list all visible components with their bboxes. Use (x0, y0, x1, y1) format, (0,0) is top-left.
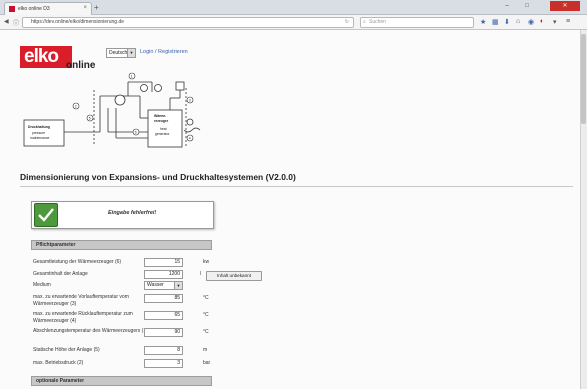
unit-label: l (200, 271, 202, 277)
medium-select[interactable]: Wasser ▼ (144, 281, 183, 290)
field-label: Gesamtinhalt der Anlage (33, 271, 88, 277)
unit-label: °C (203, 312, 209, 318)
info-icon[interactable]: ⓘ (13, 18, 19, 27)
section-required-title: Pflichtparameter (36, 242, 76, 248)
navigation-bar: ◀ ⓘ https://dev.online/elko/dimensionier… (0, 15, 587, 30)
field-label: max. zu erwartende Vorlauftemperatur vom… (33, 294, 129, 307)
menu-icon[interactable]: ≡ (566, 18, 570, 25)
schematic-label-right-title2: erzeuger (154, 119, 169, 123)
pocket-icon[interactable]: ◉ (528, 18, 534, 26)
reload-icon[interactable]: ↻ (345, 19, 349, 25)
addon-icon[interactable]: ◐ (540, 18, 544, 25)
return-temp-input[interactable]: 65 (144, 311, 183, 320)
marker-5: 5 (89, 116, 91, 120)
marker-1: 1 (131, 74, 133, 78)
section-optional-title: optionale Parameter (36, 378, 85, 384)
unit-label: m (203, 347, 208, 353)
close-tab-icon[interactable]: × (83, 5, 87, 11)
dropdown-icon[interactable]: ▾ (553, 18, 557, 26)
schematic-label-left-title: Druckhaltung (28, 125, 50, 129)
page-title: Dimensionierung von Expansions- und Druc… (20, 172, 296, 182)
back-icon[interactable]: ◀ (4, 18, 9, 25)
marker-4: 4 (189, 136, 191, 140)
language-select[interactable]: Deutsch ▼ (106, 48, 136, 58)
schematic-label-right-sub1: heat (160, 127, 167, 131)
elko-logo[interactable]: elko (20, 46, 72, 68)
system-schematic: 1 2 3 4 5 6 Druckhaltung pressure mainte… (23, 72, 201, 148)
field-label: max. Betriebsdruck (2) (33, 360, 84, 366)
field-label: max. zu erwartende Rücklauftemperatur zu… (33, 311, 133, 324)
marker-3: 3 (189, 98, 191, 102)
unit-label: °C (203, 295, 209, 301)
unit-label: bar (203, 360, 211, 366)
field-label: Abschlenzungstemperatur des Wärmeerzeuge… (33, 328, 148, 334)
chevron-down-icon: ▼ (127, 49, 135, 57)
language-selected: Deutsch (109, 50, 128, 56)
unit-label: kw (203, 259, 210, 265)
schematic-label-left-sub1: pressure (32, 131, 45, 135)
status-text: Eingabe fehlerfrei! (108, 210, 157, 216)
checkmark-icon (34, 203, 58, 227)
field-label: Medium (33, 282, 51, 288)
download-icon[interactable]: ⬇ (504, 18, 510, 26)
static-height-input[interactable]: 8 (144, 346, 183, 355)
bookmark-star-icon[interactable]: ★ (480, 18, 486, 26)
minimize-icon[interactable]: – (500, 1, 514, 11)
new-tab-button[interactable]: + (94, 3, 99, 12)
search-placeholder: Suchen (369, 19, 386, 25)
library-icon[interactable]: ▦ (492, 18, 499, 26)
power-input[interactable]: 15 (144, 258, 183, 267)
search-icon: ⌕ (363, 19, 366, 25)
field-label: Gesamtleistung der Wärmeerzeuger (6) (33, 259, 122, 265)
window-close-icon[interactable]: ✕ (550, 1, 580, 11)
marker-2: 2 (75, 104, 77, 108)
volume-input[interactable]: 1200 (144, 270, 183, 279)
home-icon[interactable]: ⌂ (516, 18, 520, 25)
schematic-label-left-sub2: maintenance (30, 136, 50, 140)
schematic-label-right-sub2: generator (155, 132, 170, 136)
title-divider (20, 186, 573, 187)
scrollbar-thumb[interactable] (581, 34, 586, 124)
section-required-header[interactable]: Pflichtparameter (31, 240, 212, 250)
maximize-icon[interactable]: □ (520, 1, 534, 11)
unit-label: °C (203, 329, 209, 335)
browser-tab[interactable]: elko online D3 × (4, 2, 92, 15)
favicon-icon (9, 6, 15, 12)
field-label: Statische Höhe der Anlage (5) (33, 347, 100, 353)
search-input[interactable]: ⌕ Suchen (360, 17, 474, 28)
chevron-down-icon: ▼ (174, 282, 182, 289)
max-pressure-input[interactable]: 3 (144, 359, 183, 368)
schematic-label-right-title1: Wärme- (154, 114, 166, 118)
login-link[interactable]: Login / Registrieren (140, 49, 188, 55)
browser-tab-title: elko online D3 (18, 6, 50, 12)
shutoff-temp-input[interactable]: 90 (144, 328, 183, 337)
section-optional-header[interactable]: optionale Parameter (31, 376, 212, 386)
marker-6: 6 (135, 130, 137, 134)
url-bar[interactable]: https://dev.online/elko/dimensionierung.… (22, 17, 354, 28)
flow-temp-input[interactable]: 85 (144, 294, 183, 303)
url-text: https://dev.online/elko/dimensionierung.… (31, 19, 125, 25)
content-unknown-button[interactable]: Inhalt unbekannt (206, 271, 262, 281)
